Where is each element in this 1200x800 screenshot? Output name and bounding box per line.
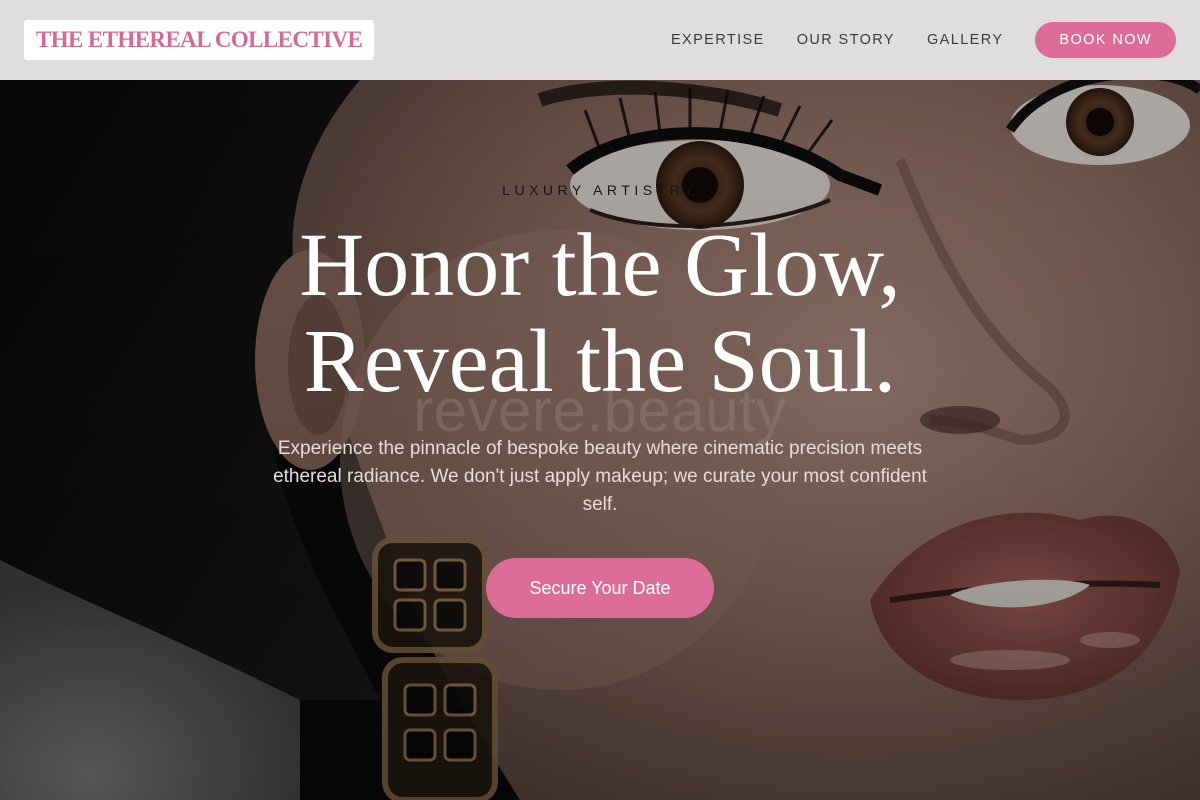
site-header: THE ETHEREAL COLLECTIVE EXPERTISE OUR ST…	[0, 0, 1200, 80]
nav-link-gallery[interactable]: GALLERY	[927, 32, 1003, 48]
hero-headline: Honor the Glow, Reveal the Soul.	[0, 218, 1200, 410]
book-now-button[interactable]: BOOK NOW	[1035, 22, 1176, 58]
hero-section: LUXURY ARTISTRY revere.beauty Honor the …	[0, 0, 1200, 800]
main-nav: EXPERTISE OUR STORY GALLERY BOOK NOW	[671, 22, 1176, 58]
page: THE ETHEREAL COLLECTIVE EXPERTISE OUR ST…	[0, 0, 1200, 800]
brand-logo[interactable]: THE ETHEREAL COLLECTIVE	[24, 20, 375, 60]
hero-eyebrow: LUXURY ARTISTRY	[502, 182, 698, 198]
nav-link-our-story[interactable]: OUR STORY	[797, 32, 895, 48]
secure-date-button[interactable]: Secure Your Date	[486, 558, 714, 618]
hero-description: Experience the pinnacle of bespoke beaut…	[273, 438, 927, 515]
nav-link-expertise[interactable]: EXPERTISE	[671, 32, 765, 48]
hero-headline-line-1: Honor the Glow,	[299, 216, 901, 315]
hero-headline-line-2: Reveal the Soul.	[303, 312, 897, 411]
